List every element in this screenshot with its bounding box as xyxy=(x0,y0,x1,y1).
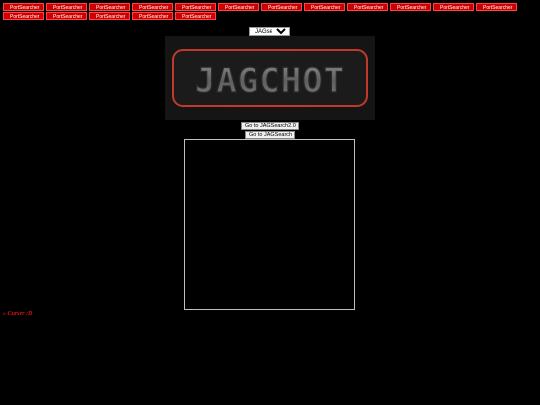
curser-credit: » Curser :D xyxy=(3,311,33,317)
nav-button[interactable]: PortSearcher xyxy=(89,3,130,11)
nav-button-grid: PortSearcher PortSearcher PortSearcher P… xyxy=(3,3,539,21)
nav-button[interactable]: PortSearcher xyxy=(89,12,130,20)
go-to-jagsearch-button[interactable]: Go to JAGSearch xyxy=(245,131,295,139)
logo-graphic: JAGCHOT xyxy=(165,36,375,120)
go-to-jagsearch2-button[interactable]: Go to JAGSearch2.0 xyxy=(241,122,299,130)
nav-button[interactable]: PortSearcher xyxy=(261,3,302,11)
search-engine-select[interactable]: JAGsearch xyxy=(249,27,290,36)
logo-text: JAGCHOT xyxy=(195,61,345,101)
nav-button[interactable]: PortSearcher xyxy=(46,3,87,11)
jagchot-logo: JAGCHOT xyxy=(165,36,375,120)
nav-button[interactable]: PortSearcher xyxy=(390,3,431,11)
nav-button[interactable]: PortSearcher xyxy=(218,3,259,11)
nav-button[interactable]: PortSearcher xyxy=(3,3,44,11)
nav-button[interactable]: PortSearcher xyxy=(46,12,87,20)
nav-button[interactable]: PortSearcher xyxy=(132,12,173,20)
embedded-frame xyxy=(184,139,355,310)
nav-button[interactable]: PortSearcher xyxy=(347,3,388,11)
nav-button[interactable]: PortSearcher xyxy=(304,3,345,11)
nav-button-row-1: PortSearcher PortSearcher PortSearcher P… xyxy=(3,3,539,12)
nav-button[interactable]: PortSearcher xyxy=(175,3,216,11)
nav-button[interactable]: PortSearcher xyxy=(476,3,517,11)
nav-button[interactable]: PortSearcher xyxy=(433,3,474,11)
nav-button[interactable]: PortSearcher xyxy=(132,3,173,11)
nav-button[interactable]: PortSearcher xyxy=(175,12,216,20)
nav-button[interactable]: PortSearcher xyxy=(3,12,44,20)
